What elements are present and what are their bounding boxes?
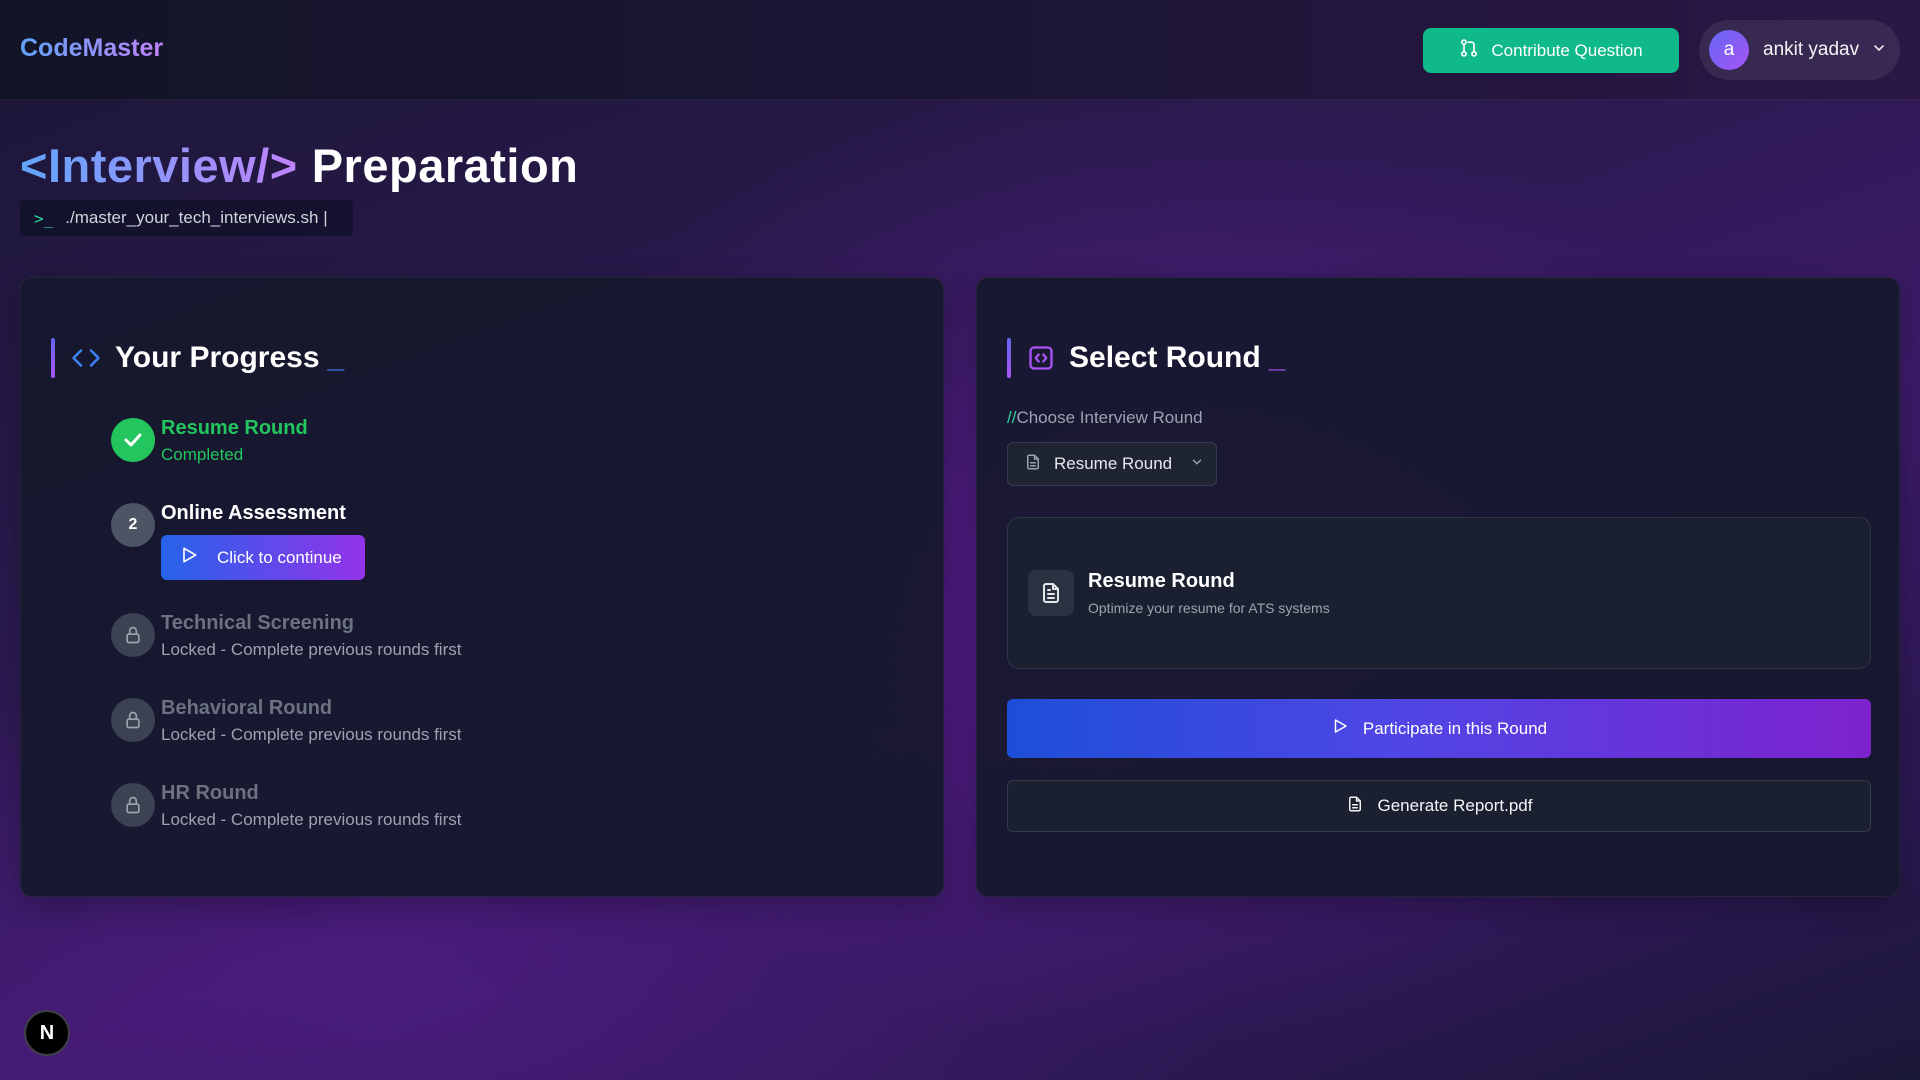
terminal-prompt-icon: >_ (34, 208, 54, 228)
round-info-panel: Resume Round Optimize your resume for AT… (1007, 517, 1871, 669)
step-title: Technical Screening (161, 612, 355, 634)
check-icon (111, 418, 155, 462)
user-name: ankit yadav (1763, 39, 1860, 60)
play-icon (1331, 717, 1349, 740)
step-number: 2 (111, 503, 155, 547)
step-title: Resume Round (161, 417, 308, 439)
select-round-header: Select Round _ (1007, 338, 1285, 378)
user-menu[interactable]: a ankit yadav (1699, 20, 1900, 80)
top-navbar: CodeMaster Contribute Question a ankit y… (0, 0, 1920, 100)
progress-step-behavioral: Behavioral Round Locked - Complete previ… (111, 697, 462, 748)
document-icon (1028, 570, 1074, 616)
round-label-text: Choose Interview Round (1016, 408, 1203, 427)
contribute-question-label: Contribute Question (1491, 40, 1643, 60)
step-status: Completed (161, 445, 244, 464)
progress-step-resume: Resume Round Completed (111, 417, 308, 468)
code-file-icon (1027, 344, 1055, 372)
title-word: Preparation (311, 139, 579, 192)
round-info-title: Resume Round (1088, 570, 1235, 592)
select-round-card: Select Round _ //Choose Interview Round … (976, 277, 1900, 897)
file-text-icon (1346, 795, 1364, 818)
lock-icon (111, 783, 155, 827)
avatar: a (1709, 30, 1749, 70)
accent-bar (1007, 338, 1011, 378)
page-title: <Interview/> Preparation (20, 138, 578, 193)
command-line: >_ ./master_your_tech_interviews.sh | (20, 200, 353, 236)
generate-report-label: Generate Report.pdf (1377, 796, 1533, 815)
progress-step-online-assessment: 2 Online Assessment Click to continue (111, 502, 365, 580)
continue-label: Click to continue (217, 547, 342, 567)
step-status: Locked - Complete previous rounds first (161, 640, 462, 659)
git-pull-request-icon (1459, 38, 1479, 63)
chevron-down-icon (1190, 454, 1204, 474)
round-select-dropdown[interactable]: Resume Round (1007, 442, 1217, 486)
step-title: Online Assessment (161, 502, 346, 524)
progress-card-header: Your Progress _ (51, 338, 344, 378)
progress-step-technical-screening: Technical Screening Locked - Complete pr… (111, 612, 462, 663)
round-field-label: //Choose Interview Round (1007, 408, 1203, 428)
round-info-description: Optimize your resume for ATS systems (1088, 600, 1330, 616)
brand-logo[interactable]: CodeMaster (20, 34, 163, 63)
nextjs-dev-badge[interactable]: N (24, 1010, 70, 1056)
document-icon (1024, 453, 1042, 476)
round-select-value: Resume Round (1054, 454, 1173, 473)
select-round-title: Select Round (1069, 341, 1261, 374)
blinking-cursor: _ (327, 341, 345, 374)
participate-label: Participate in this Round (1362, 718, 1548, 738)
generate-report-button[interactable]: Generate Report.pdf (1007, 780, 1871, 832)
step-status: Locked - Complete previous rounds first (161, 725, 462, 744)
chevron-down-icon (1871, 40, 1887, 61)
lock-icon (111, 698, 155, 742)
step-title: HR Round (161, 782, 259, 804)
title-tag: <Interview/> (20, 139, 298, 192)
progress-title: Your Progress (115, 341, 320, 374)
step-title: Behavioral Round (161, 697, 333, 719)
play-icon (179, 545, 199, 570)
contribute-question-button[interactable]: Contribute Question (1423, 28, 1679, 73)
command-text: ./master_your_tech_interviews.sh | (65, 208, 328, 227)
continue-button[interactable]: Click to continue (161, 535, 365, 580)
participate-button[interactable]: Participate in this Round (1007, 699, 1871, 758)
accent-bar (51, 338, 55, 378)
code-brackets-icon (71, 343, 101, 373)
lock-icon (111, 613, 155, 657)
progress-step-hr: HR Round Locked - Complete previous roun… (111, 782, 462, 833)
blinking-cursor: _ (1268, 341, 1286, 374)
progress-card: Your Progress _ Resume Round Completed 2… (20, 277, 944, 897)
step-status: Locked - Complete previous rounds first (161, 810, 462, 829)
